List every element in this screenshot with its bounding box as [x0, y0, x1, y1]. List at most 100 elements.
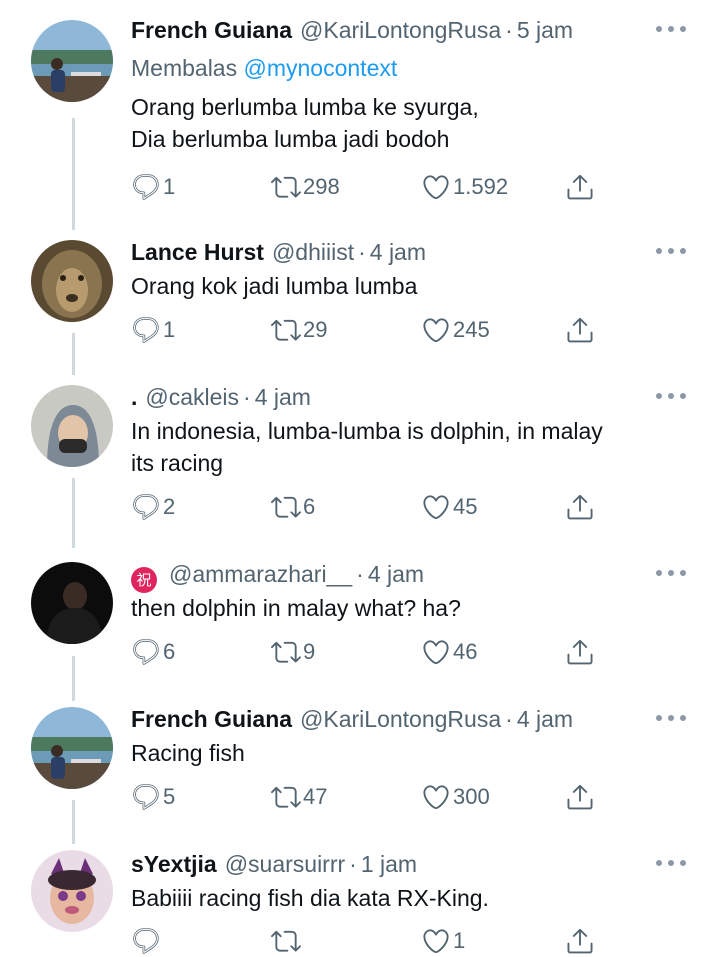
share-icon [565, 492, 595, 522]
user-handle[interactable]: @KariLontongRusa [300, 14, 501, 46]
tweet[interactable]: Lance Hurst @dhiiist · 4 jam Orang kok j… [0, 236, 719, 366]
share-button[interactable] [565, 171, 597, 203]
reply-icon [131, 782, 161, 812]
reply-thread: French Guiana @KariLontongRusa · 5 jam M… [0, 0, 719, 957]
share-icon [565, 782, 595, 812]
tweet[interactable]: 祝 @ammarazhari__ · 4 jam then dolphin in… [0, 558, 719, 688]
retweet-button[interactable] [271, 925, 303, 957]
heart-icon [421, 172, 451, 202]
display-name[interactable]: 祝 [131, 567, 157, 593]
display-name[interactable]: . [131, 381, 137, 413]
like-count: 45 [453, 494, 478, 519]
like-button[interactable]: 46 [421, 636, 477, 668]
more-options-icon[interactable] [656, 564, 686, 582]
tweet-text: Orang berlumba lumba ke syurga, Dia berl… [131, 91, 691, 155]
separator-dot: · [505, 706, 513, 732]
heart-icon [421, 926, 451, 956]
more-options-icon[interactable] [656, 854, 686, 872]
user-handle[interactable]: @cakleis [145, 381, 239, 413]
retweet-icon [271, 782, 301, 812]
timestamp[interactable]: 4 jam [255, 381, 311, 413]
more-options-icon[interactable] [656, 387, 686, 405]
retweet-button[interactable]: 29 [271, 314, 327, 346]
separator-dot: · [243, 384, 251, 410]
display-name[interactable]: French Guiana [131, 14, 292, 46]
more-options-icon[interactable] [656, 20, 686, 38]
tweet-header: French Guiana @KariLontongRusa · 5 jam [131, 14, 573, 46]
tweet-text: Orang kok jadi lumba lumba [131, 270, 691, 302]
share-icon [565, 637, 595, 667]
dark-person-avatar[interactable] [31, 562, 113, 644]
tweet-text: Racing fish [131, 737, 691, 769]
tweet-header: French Guiana @KariLontongRusa · 4 jam [131, 703, 573, 735]
retweet-button[interactable]: 298 [271, 171, 340, 203]
like-button[interactable]: 45 [421, 491, 477, 523]
lake-photo-avatar[interactable] [31, 707, 113, 789]
mention-link[interactable]: @mynocontext [244, 55, 398, 81]
timestamp[interactable]: 4 jam [368, 558, 424, 590]
display-name[interactable]: French Guiana [131, 703, 292, 735]
replying-label: Membalas [131, 55, 238, 81]
share-button[interactable] [565, 314, 597, 346]
timestamp[interactable]: 4 jam [517, 703, 573, 735]
reply-icon [131, 172, 161, 202]
reply-button[interactable]: 5 [131, 781, 175, 813]
reply-count: 1 [163, 317, 176, 342]
separator-dot: · [358, 239, 366, 265]
user-handle[interactable]: @dhiiist [272, 236, 354, 268]
tweet-text-line: In indonesia, lumba-lumba is dolphin, in… [131, 418, 603, 444]
separator-dot: · [349, 851, 357, 877]
like-button[interactable]: 245 [421, 314, 490, 346]
retweet-icon [271, 926, 301, 956]
heart-icon [421, 315, 451, 345]
tweet-text: Babiiii racing fish dia kata RX-King. [131, 882, 691, 914]
like-button[interactable]: 300 [421, 781, 490, 813]
tweet-actions: 2 6 45 [131, 491, 601, 523]
separator-dot: · [356, 561, 364, 587]
tweet-actions: 1 29 245 [131, 314, 601, 346]
tweet-header: 祝 @ammarazhari__ · 4 jam [131, 558, 424, 593]
like-button[interactable]: 1.592 [421, 171, 508, 203]
share-button[interactable] [565, 491, 597, 523]
share-button[interactable] [565, 636, 597, 668]
retweet-button[interactable]: 47 [271, 781, 327, 813]
retweet-button[interactable]: 9 [271, 636, 315, 668]
share-button[interactable] [565, 925, 597, 957]
retweet-icon [271, 172, 301, 202]
like-button[interactable]: 1 [421, 925, 465, 957]
user-handle[interactable]: @suarsuirrr [225, 848, 345, 880]
reply-icon [131, 315, 161, 345]
retweet-count: 6 [303, 494, 316, 519]
tweet[interactable]: French Guiana @KariLontongRusa · 4 jam R… [0, 703, 719, 833]
reply-button[interactable]: 1 [131, 171, 175, 203]
hijab-person-avatar[interactable] [31, 385, 113, 467]
timestamp[interactable]: 5 jam [517, 14, 573, 46]
like-count: 245 [453, 317, 490, 342]
reply-icon [131, 492, 161, 522]
user-handle[interactable]: @ammarazhari__ [169, 558, 352, 590]
like-count: 46 [453, 639, 478, 664]
tweet[interactable]: sYextjia @suarsuirrr · 1 jam Babiiii rac… [0, 848, 719, 957]
display-name[interactable]: Lance Hurst [131, 236, 264, 268]
tweet-header: sYextjia @suarsuirrr · 1 jam [131, 848, 417, 880]
reply-button[interactable] [131, 925, 163, 957]
tweet-header: Lance Hurst @dhiiist · 4 jam [131, 236, 426, 268]
more-options-icon[interactable] [656, 709, 686, 727]
retweet-button[interactable]: 6 [271, 491, 315, 523]
reply-button[interactable]: 1 [131, 314, 175, 346]
tweet-text-line: Babiiii racing fish dia kata RX-King. [131, 885, 489, 911]
more-options-icon[interactable] [656, 242, 686, 260]
cat-filter-avatar[interactable] [31, 850, 113, 932]
reply-button[interactable]: 2 [131, 491, 175, 523]
timestamp[interactable]: 1 jam [361, 848, 417, 880]
display-name[interactable]: sYextjia [131, 848, 217, 880]
heart-icon [421, 492, 451, 522]
reply-button[interactable]: 6 [131, 636, 175, 668]
tweet[interactable]: French Guiana @KariLontongRusa · 5 jam M… [0, 14, 719, 214]
lion-photo-avatar[interactable] [31, 240, 113, 322]
timestamp[interactable]: 4 jam [370, 236, 426, 268]
share-button[interactable] [565, 781, 597, 813]
user-handle[interactable]: @KariLontongRusa [300, 703, 501, 735]
lake-photo-avatar[interactable] [31, 20, 113, 102]
tweet[interactable]: . @cakleis · 4 jam In indonesia, lumba-l… [0, 381, 719, 541]
